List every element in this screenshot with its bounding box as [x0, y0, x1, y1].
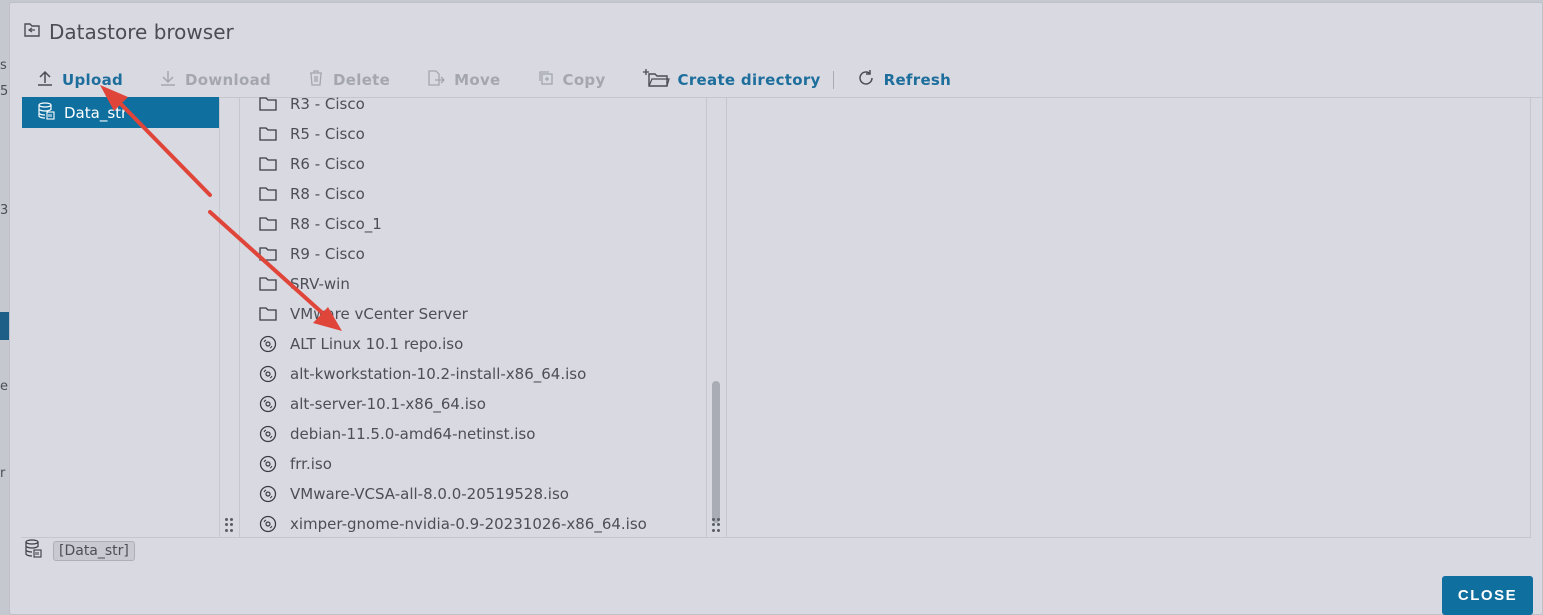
- folder-icon: [258, 184, 278, 204]
- toolbar: Upload Download Delete Move Copy Create …: [36, 65, 987, 95]
- disc-image-icon: [258, 364, 278, 384]
- move-button[interactable]: Move: [426, 65, 500, 95]
- datastore-tree: Data_str: [22, 97, 220, 537]
- refresh-label: Refresh: [883, 71, 952, 89]
- file-name: alt-server-10.1-x86_64.iso: [290, 395, 486, 413]
- folder-icon: [258, 97, 278, 114]
- status-bar: [Data_str]: [23, 538, 135, 564]
- dialog-header: Datastore browser: [23, 17, 234, 47]
- move-icon: [426, 69, 446, 91]
- file-name: ALT Linux 10.1 repo.iso: [290, 335, 464, 353]
- datastore-browser-icon: [23, 21, 41, 43]
- create-directory-button[interactable]: Create directory: [642, 65, 821, 95]
- refresh-button[interactable]: Refresh: [856, 65, 952, 95]
- list-item[interactable]: VMware-VCSA-all-8.0.0-20519528.iso: [258, 479, 569, 509]
- download-icon: [159, 69, 177, 91]
- tree-item-label: Data_str: [64, 103, 128, 122]
- refresh-icon: [856, 68, 876, 92]
- disc-image-icon: [258, 424, 278, 444]
- datastore-icon: [36, 101, 56, 125]
- folder-icon: [258, 214, 278, 234]
- list-item[interactable]: R3 - Cisco: [258, 97, 365, 119]
- toolbar-divider: [832, 71, 834, 89]
- upload-button[interactable]: Upload: [36, 65, 123, 95]
- disc-image-icon: [258, 454, 278, 474]
- file-name: R8 - Cisco_1: [290, 215, 382, 233]
- folder-icon: [258, 244, 278, 264]
- list-item[interactable]: R6 - Cisco: [258, 149, 365, 179]
- pane-divider: [706, 97, 707, 537]
- list-item[interactable]: ALT Linux 10.1 repo.iso: [258, 329, 463, 359]
- file-name: SRV-win: [290, 275, 350, 293]
- current-path-chip: [Data_str]: [53, 541, 135, 561]
- list-item[interactable]: R8 - Cisco: [258, 179, 365, 209]
- list-item[interactable]: R9 - Cisco: [258, 239, 365, 269]
- list-item[interactable]: frr.iso: [258, 449, 332, 479]
- list-item[interactable]: ximper-gnome-nvidia-0.9-20231026-x86_64.…: [258, 509, 647, 537]
- close-button[interactable]: CLOSE: [1442, 576, 1533, 615]
- file-name: R8 - Cisco: [290, 185, 365, 203]
- datastore-icon: [23, 538, 43, 564]
- file-name: alt-kworkstation-10.2-install-x86_64.iso: [290, 365, 587, 383]
- file-name: frr.iso: [290, 455, 332, 473]
- pane-divider: [219, 97, 220, 537]
- create-directory-label: Create directory: [677, 71, 821, 89]
- tree-item-data-str[interactable]: Data_str: [22, 97, 220, 128]
- file-name: R5 - Cisco: [290, 125, 365, 143]
- panel-bottom-border: [21, 537, 1531, 538]
- file-list: R3 - Cisco R5 - Cisco R6 - Cisco R8 - Ci…: [240, 97, 706, 537]
- background-text-fragment: e: [0, 379, 8, 394]
- file-name: VMware-VCSA-all-8.0.0-20519528.iso: [290, 485, 569, 503]
- trash-icon: [307, 69, 325, 91]
- scrollbar-thumb[interactable]: [712, 381, 720, 523]
- upload-label: Upload: [62, 71, 124, 89]
- list-item[interactable]: alt-kworkstation-10.2-install-x86_64.iso: [258, 359, 586, 389]
- disc-image-icon: [258, 484, 278, 504]
- file-name: VMware vCenter Server: [290, 305, 468, 323]
- download-button[interactable]: Download: [159, 65, 271, 95]
- list-item[interactable]: debian-11.5.0-amd64-netinst.iso: [258, 419, 535, 449]
- download-label: Download: [185, 71, 272, 89]
- copy-label: Copy: [562, 71, 606, 89]
- new-folder-icon: [642, 68, 670, 92]
- resize-grip-icon[interactable]: [225, 518, 233, 532]
- resize-grip-icon[interactable]: [712, 518, 720, 532]
- list-item[interactable]: alt-server-10.1-x86_64.iso: [258, 389, 486, 419]
- panel-right-border: [1530, 97, 1531, 537]
- copy-button[interactable]: Copy: [537, 65, 606, 95]
- disc-image-icon: [258, 514, 278, 534]
- delete-button[interactable]: Delete: [307, 65, 390, 95]
- delete-label: Delete: [333, 71, 391, 89]
- background-selected-strip: [0, 312, 9, 340]
- file-name: ximper-gnome-nvidia-0.9-20231026-x86_64.…: [290, 515, 647, 533]
- background-text-fragment: r: [0, 466, 6, 481]
- dialog-title: Datastore browser: [49, 20, 234, 44]
- disc-image-icon: [258, 334, 278, 354]
- folder-icon: [258, 124, 278, 144]
- folder-icon: [258, 274, 278, 294]
- move-label: Move: [454, 71, 501, 89]
- upload-icon: [36, 69, 54, 91]
- copy-icon: [537, 69, 555, 91]
- list-item[interactable]: R5 - Cisco: [258, 119, 365, 149]
- disc-image-icon: [258, 394, 278, 414]
- background-text-fragment: 5: [0, 84, 9, 99]
- file-name: R6 - Cisco: [290, 155, 365, 173]
- folder-icon: [258, 304, 278, 324]
- file-name: R9 - Cisco: [290, 245, 365, 263]
- background-text-fragment: 3: [0, 203, 9, 218]
- pane-divider: [726, 97, 727, 537]
- file-name: R3 - Cisco: [290, 97, 365, 113]
- file-name: debian-11.5.0-amd64-netinst.iso: [290, 425, 536, 443]
- folder-icon: [258, 154, 278, 174]
- list-item[interactable]: VMware vCenter Server: [258, 299, 468, 329]
- list-item[interactable]: SRV-win: [258, 269, 350, 299]
- list-item[interactable]: R8 - Cisco_1: [258, 209, 382, 239]
- background-text-fragment: s: [0, 58, 7, 73]
